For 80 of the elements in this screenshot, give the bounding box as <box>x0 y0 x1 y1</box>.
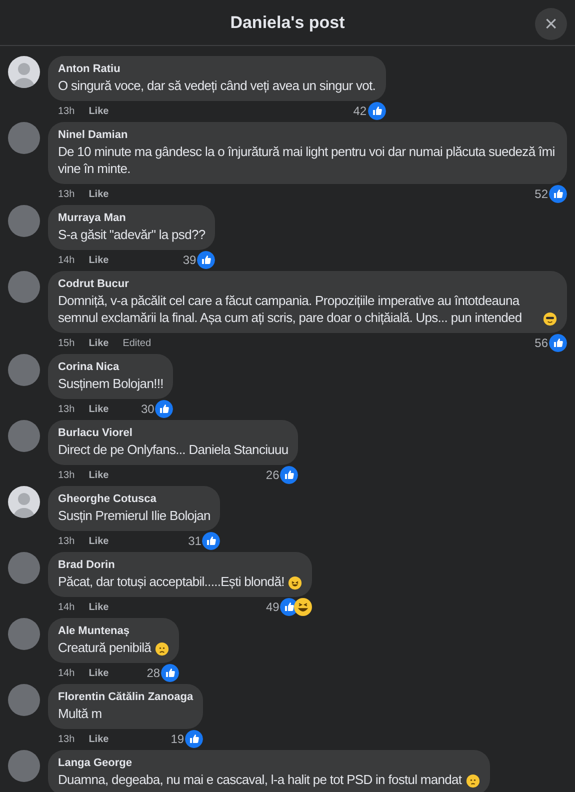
comment-time[interactable]: 13h <box>58 104 75 118</box>
comment-time[interactable]: 15h <box>58 336 75 350</box>
comment-text: Creatură penibilă <box>58 639 152 656</box>
comment-time[interactable]: 14h <box>58 600 75 614</box>
avatar-photo-placeholder[interactable] <box>8 271 40 303</box>
close-button[interactable]: × <box>535 8 567 40</box>
comment-text: Direct de pe Onlyfans... Daniela Stanciuuu <box>58 441 288 458</box>
like-link[interactable]: Like <box>88 600 109 614</box>
like-reaction-icon <box>197 251 216 269</box>
commenter-name[interactable]: Langa George <box>58 756 480 771</box>
like-reaction-icon <box>368 102 386 120</box>
emoji-icon <box>543 312 557 326</box>
comment-text: De 10 minute ma gândesc la o înjurătură mai light pentru voi dar numai plăcuta suedeză îmi vine în minte. <box>58 143 556 177</box>
comment-text: Domniță, v-a păcălit cel care a făcut campania. Propozițiile imperative au întotdeauna semnul exclamării la final. Așa cum ați scris, pare doar o chițăială. Ups... pun intended <box>58 292 523 326</box>
commenter-name[interactable]: Florentin Cătălin Zanoaga <box>58 690 194 705</box>
like-reaction-icon <box>155 400 174 418</box>
comment-time[interactable]: 13h <box>58 534 75 548</box>
like-reaction-icon <box>280 466 298 484</box>
comment-time[interactable]: 13h <box>58 732 75 746</box>
comment-text: O singură voce, dar să vedeți când veți avea un singur vot. <box>58 77 376 94</box>
like-link[interactable]: Like <box>88 402 109 416</box>
commenter-name[interactable]: Burlacu Viorel <box>58 426 288 441</box>
like-reaction-icon <box>202 532 220 550</box>
commenter-name[interactable]: Anton Ratiu <box>58 62 376 77</box>
like-link[interactable]: Like <box>88 666 109 680</box>
reaction-count[interactable]: 56 <box>534 334 548 352</box>
commenter-name[interactable]: Brad Dorin <box>58 558 302 573</box>
like-reaction-icon <box>549 185 567 203</box>
like-link[interactable]: Like <box>88 186 109 202</box>
avatar-photo-placeholder[interactable] <box>8 205 40 237</box>
comment-text: Susținem Bolojan!!! <box>58 375 164 392</box>
reaction-count[interactable]: 31 <box>188 532 202 550</box>
avatar-silhouette[interactable] <box>8 56 40 88</box>
avatar-photo-placeholder[interactable] <box>8 122 40 154</box>
like-link[interactable]: Like <box>88 534 109 548</box>
reaction-count[interactable]: 42 <box>353 102 367 120</box>
comment-text: S-a găsit "adevăr" la psd?? <box>58 226 206 243</box>
avatar-silhouette[interactable] <box>8 486 40 518</box>
avatar-photo-placeholder[interactable] <box>8 420 40 452</box>
commenter-name[interactable]: Murraya Man <box>58 211 206 226</box>
like-link[interactable]: Like <box>88 252 109 268</box>
commenter-name[interactable]: Ale Muntenaș <box>58 624 170 639</box>
comment-text: Susțin Premierul Ilie Bolojan <box>58 507 210 524</box>
reaction-count[interactable]: 39 <box>182 251 196 269</box>
reaction-count[interactable]: 30 <box>141 400 154 418</box>
avatar-photo-placeholder[interactable] <box>8 618 40 650</box>
comment-time[interactable]: 13h <box>58 186 75 202</box>
emoji-icon <box>155 642 170 656</box>
reaction-count[interactable]: 19 <box>170 730 184 748</box>
emoji-icon <box>466 774 480 788</box>
comment-text: Duamna, degeaba, nu mai e cascaval, l-a halit pe tot PSD in fostul mandat <box>58 771 462 788</box>
avatar-photo-placeholder[interactable] <box>8 552 40 584</box>
comment-time[interactable]: 14h <box>58 252 75 268</box>
reaction-count[interactable]: 49 <box>266 598 280 616</box>
avatar-photo-placeholder[interactable] <box>8 354 40 386</box>
commenter-name[interactable]: Corina Nica <box>58 360 164 375</box>
emoji-icon <box>288 576 302 590</box>
avatar-photo-placeholder[interactable] <box>8 684 40 716</box>
reaction-count[interactable]: 52 <box>534 185 548 203</box>
commenter-name[interactable]: Ninel Damian <box>58 128 557 143</box>
comment-time[interactable]: 13h <box>58 402 75 416</box>
comment-time[interactable]: 14h <box>58 666 75 680</box>
dialog-title: Daniela's post <box>230 12 345 34</box>
like-link[interactable]: Like <box>88 468 109 482</box>
comment-time[interactable]: 13h <box>58 468 75 482</box>
like-reaction-icon <box>161 664 180 682</box>
commenter-name[interactable]: Gheorghe Cotusca <box>58 492 210 507</box>
reaction-count[interactable]: 28 <box>146 664 160 682</box>
like-link[interactable]: Like <box>88 732 109 746</box>
like-link[interactable]: Like <box>88 104 109 118</box>
like-reaction-icon <box>549 334 567 352</box>
comment-text: Păcat, dar totuși acceptabil.....Ești blondă! <box>58 573 284 590</box>
comment-text: Multă m <box>58 705 102 722</box>
commenter-name[interactable]: Codrut Bucur <box>58 277 557 292</box>
haha-reaction-icon <box>294 598 312 616</box>
avatar-photo-placeholder[interactable] <box>8 750 40 782</box>
like-link[interactable]: Like <box>88 336 109 350</box>
edited-label: Edited <box>122 336 152 350</box>
like-reaction-icon <box>185 730 204 748</box>
reaction-count[interactable]: 26 <box>266 466 280 484</box>
